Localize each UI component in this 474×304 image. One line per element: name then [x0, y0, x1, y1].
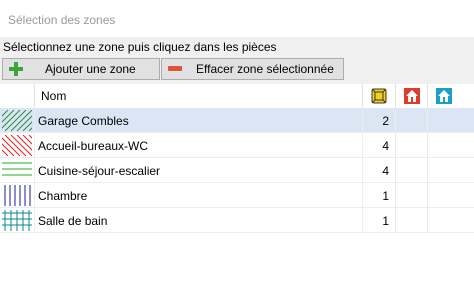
- house-blue-cell: [428, 208, 474, 232]
- zone-room-count: 4: [382, 164, 389, 178]
- table-row[interactable]: Chambre 1: [0, 183, 474, 208]
- header-name-label: Nom: [41, 89, 67, 103]
- swatch-cell: [0, 208, 35, 232]
- count-cell: 1: [363, 208, 396, 232]
- name-cell: Chambre: [35, 183, 363, 207]
- swatch-cell: [0, 183, 35, 207]
- swatch-cell: [0, 108, 35, 132]
- zone-name: Cuisine-séjour-escalier: [38, 164, 161, 178]
- add-zone-label: Ajouter une zone: [45, 62, 136, 76]
- zone-room-count: 1: [382, 189, 389, 203]
- name-cell: Cuisine-séjour-escalier: [35, 158, 363, 182]
- house-red-cell: [396, 208, 428, 232]
- header-box-cell[interactable]: [363, 84, 396, 108]
- instruction-text: Sélectionnez une zone puis cliquez dans …: [3, 40, 277, 54]
- header-name-cell[interactable]: Nom: [35, 84, 363, 108]
- table-row[interactable]: Salle de bain 1: [0, 208, 474, 233]
- count-cell: 1: [363, 183, 396, 207]
- zone-name: Garage Combles: [38, 114, 129, 128]
- zone-pattern-swatch: [4, 185, 31, 206]
- header-house-blue-cell[interactable]: [428, 84, 474, 108]
- title-bar: Sélection des zones: [0, 0, 474, 37]
- house-red-cell: [396, 108, 428, 132]
- count-cell: 4: [363, 158, 396, 182]
- delete-zone-label: Effacer zone sélectionnée: [196, 62, 334, 76]
- delete-zone-button[interactable]: Effacer zone sélectionnée: [161, 58, 344, 80]
- zone-room-count: 4: [382, 139, 389, 153]
- box-icon: [371, 88, 387, 104]
- swatch-cell: [0, 158, 35, 182]
- zone-pattern-swatch: [2, 162, 32, 176]
- minus-icon: [168, 66, 182, 71]
- table-row[interactable]: Cuisine-séjour-escalier 4: [0, 158, 474, 183]
- zone-pattern-swatch: [2, 210, 32, 231]
- house-blue-cell: [428, 108, 474, 132]
- count-cell: 4: [363, 133, 396, 157]
- table-row[interactable]: Garage Combles 2: [0, 108, 474, 133]
- house-red-cell: [396, 158, 428, 182]
- zone-room-count: 2: [382, 114, 389, 128]
- house-blue-cell: [428, 133, 474, 157]
- house-red-cell: [396, 133, 428, 157]
- house-red-cell: [396, 183, 428, 207]
- name-cell: Salle de bain: [35, 208, 363, 232]
- house-blue-cell: [428, 183, 474, 207]
- swatch-cell: [0, 133, 35, 157]
- count-cell: 2: [363, 108, 396, 132]
- zones-table: Nom Garage Combles 2 Accueil-bureaux-WC …: [0, 84, 474, 304]
- zone-name: Chambre: [38, 189, 88, 203]
- zone-pattern-swatch: [2, 110, 32, 131]
- header-house-red-cell[interactable]: [396, 84, 428, 108]
- zone-selection-window: Sélection des zones Sélectionnez une zon…: [0, 0, 474, 304]
- house-blue-icon: [436, 88, 452, 104]
- zone-pattern-swatch: [2, 135, 32, 156]
- zone-name: Accueil-bureaux-WC: [38, 139, 149, 153]
- table-row[interactable]: Accueil-bureaux-WC 4: [0, 133, 474, 158]
- plus-icon: [9, 62, 23, 76]
- header-swatch-cell: [0, 84, 35, 108]
- house-red-icon: [404, 88, 420, 104]
- table-header: Nom: [0, 84, 474, 109]
- name-cell: Garage Combles: [35, 108, 363, 132]
- window-title: Sélection des zones: [8, 13, 116, 27]
- add-zone-button[interactable]: Ajouter une zone: [2, 58, 160, 80]
- zone-room-count: 1: [382, 214, 389, 228]
- house-blue-cell: [428, 158, 474, 182]
- name-cell: Accueil-bureaux-WC: [35, 133, 363, 157]
- zone-name: Salle de bain: [38, 214, 108, 228]
